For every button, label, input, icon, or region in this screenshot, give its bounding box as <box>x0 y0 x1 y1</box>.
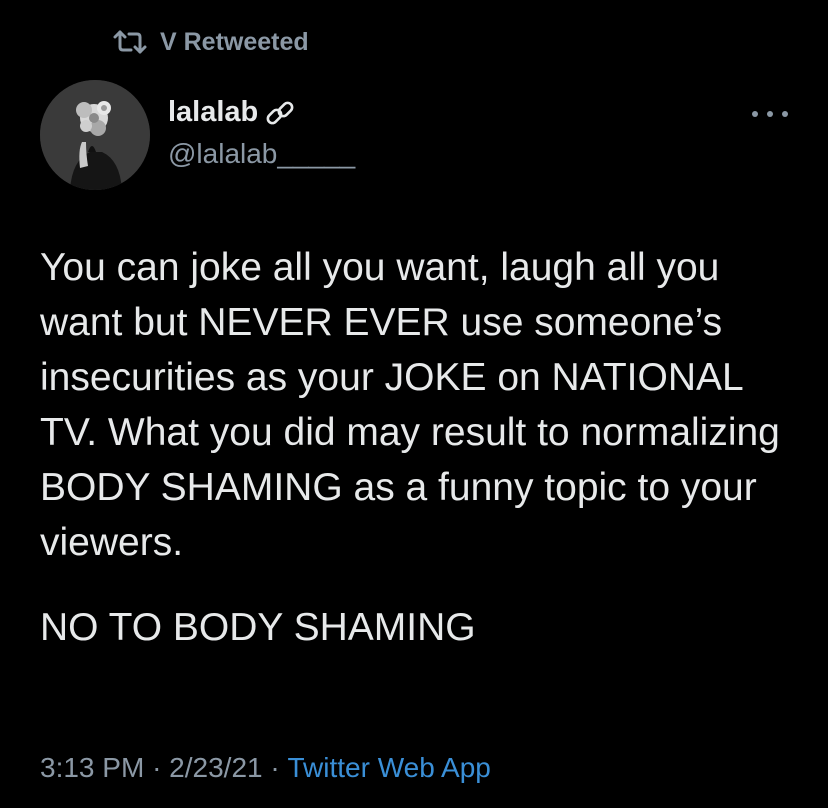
retweet-icon <box>113 30 147 54</box>
retweeted-by-label: V Retweeted <box>160 27 309 56</box>
author-name: lalalab <box>168 96 259 128</box>
tweet-date[interactable]: 2/23/21 <box>169 752 262 784</box>
tweet-time[interactable]: 3:13 PM <box>40 752 144 784</box>
more-dot <box>782 111 788 117</box>
more-options-icon[interactable] <box>752 104 788 124</box>
tweet-detail: V Retweeted lalalab @lalalab_____ You ca… <box>0 0 828 808</box>
tweet-meta: 3:13 PM · 2/23/21 · Twitter Web App <box>40 752 491 784</box>
meta-separator: · <box>152 752 162 783</box>
link-icon <box>266 101 294 124</box>
author-name-row[interactable]: lalalab <box>168 96 296 129</box>
more-dot <box>767 111 773 117</box>
tweet-paragraph: You can joke all you want, laugh all you… <box>40 246 780 564</box>
avatar[interactable] <box>40 80 150 190</box>
tweet-text: You can joke all you want, laugh all you… <box>40 240 800 655</box>
retweeted-by-row[interactable]: V Retweeted <box>112 26 309 58</box>
meta-separator: · <box>270 752 280 783</box>
more-dot <box>752 111 758 117</box>
avatar-image <box>40 80 150 190</box>
author-handle[interactable]: @lalalab_____ <box>168 138 355 170</box>
tweet-paragraph: NO TO BODY SHAMING <box>40 606 476 649</box>
tweet-source-link[interactable]: Twitter Web App <box>287 752 490 784</box>
